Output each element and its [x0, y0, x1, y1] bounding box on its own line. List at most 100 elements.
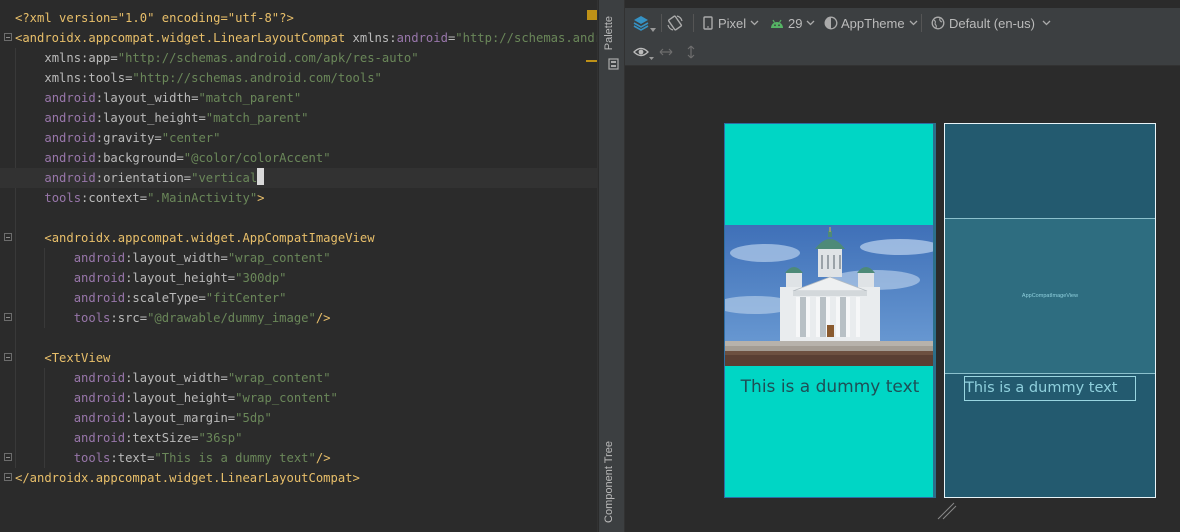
code-line[interactable]: android:layout_width="match_parent"	[15, 88, 592, 108]
code-token: android	[44, 131, 96, 145]
locale-selector[interactable]: Default (en-us)	[931, 8, 1051, 38]
code-token: android	[73, 411, 126, 425]
code-token: android	[73, 391, 126, 405]
blueprint-preview[interactable]: AppCompatImageView This is a dummy text	[944, 123, 1156, 498]
code-line[interactable]: android:layout_margin="5dp"	[15, 408, 592, 428]
code-token: :layout_height=	[125, 391, 236, 405]
toolbar-separator	[661, 14, 662, 32]
code-token: "36sp"	[198, 431, 243, 445]
cathedral-image[interactable]	[725, 225, 935, 366]
code-lines[interactable]: <?xml version="1.0" encoding="utf-8"?> <a…	[0, 8, 598, 488]
vertical-resize-icon	[687, 45, 695, 59]
code-token: "This is a dummy text"	[154, 451, 316, 465]
code-line[interactable]: android:scaleType="fitCenter"	[15, 288, 592, 308]
code-token: :textSize=	[125, 431, 199, 445]
tab-component-tree[interactable]: Component Tree	[603, 441, 615, 523]
code-token: android	[44, 151, 96, 165]
code-line[interactable]: <TextView	[15, 348, 592, 368]
api-level-selector[interactable]: 29	[770, 8, 815, 38]
code-line[interactable]: android:orientation="vertical	[0, 168, 598, 188]
xml-code-editor[interactable]: <?xml version="1.0" encoding="utf-8"?> <a…	[0, 0, 598, 532]
code-token: <androidx.appcompat.widget.AppCompatImag…	[44, 231, 375, 245]
fold-marker-icon[interactable]	[4, 313, 12, 321]
code-line[interactable]: android:layout_height="wrap_content"	[15, 388, 592, 408]
code-line[interactable]: android:background="@color/colorAccent"	[15, 148, 592, 168]
code-line[interactable]: tools:context=".MainActivity">	[15, 188, 592, 208]
view-options-button[interactable]	[633, 38, 654, 66]
code-line[interactable]: android:layout_height="300dp"	[15, 268, 592, 288]
layers-icon	[633, 16, 649, 31]
code-line[interactable]: android:layout_width="wrap_content"	[15, 248, 592, 268]
code-token: :src=	[110, 311, 148, 325]
code-token: android	[73, 271, 126, 285]
code-token: xmlns:tools=	[44, 71, 133, 85]
device-preview[interactable]: This is a dummy text	[724, 123, 936, 498]
blueprint-text-view[interactable]: This is a dummy text	[964, 376, 1136, 401]
code-line[interactable]: <?xml version="1.0" encoding="utf-8"?>	[15, 8, 592, 28]
code-line[interactable]	[15, 328, 592, 348]
chevron-down-icon	[649, 56, 654, 60]
code-token: tools	[73, 311, 111, 325]
code-token: "vertical	[191, 171, 258, 185]
blueprint-image-view[interactable]: AppCompatImageView	[945, 218, 1155, 374]
horizontal-resize-button[interactable]	[659, 38, 673, 66]
code-token: :context=	[81, 191, 148, 205]
code-line[interactable]: xmlns:app="http://schemas.android.com/ap…	[15, 48, 592, 68]
code-line[interactable]: tools:text="This is a dummy text"/>	[15, 448, 592, 468]
code-token: "wrap_content"	[235, 391, 338, 405]
layout-design-pane: Pixel 29 AppTheme Default (en-us) This i…	[625, 0, 1180, 532]
code-token: android	[44, 171, 96, 185]
device-selector[interactable]: Pixel	[703, 8, 759, 38]
code-line[interactable]: android:gravity="center"	[15, 128, 592, 148]
code-token: "5dp"	[235, 411, 272, 425]
code-line[interactable]: tools:src="@drawable/dummy_image"/>	[15, 308, 592, 328]
code-line[interactable]: <androidx.appcompat.widget.LinearLayoutC…	[15, 28, 598, 48]
horizontal-resize-icon	[659, 48, 673, 56]
chevron-down-icon	[807, 20, 815, 26]
code-token: :gravity=	[95, 131, 162, 145]
code-token: :layout_width=	[125, 371, 228, 385]
design-surface-button[interactable]	[632, 8, 656, 38]
preview-text-view[interactable]: This is a dummy text	[725, 377, 935, 397]
code-line[interactable]: xmlns:tools="http://schemas.android.com/…	[15, 68, 592, 88]
code-token: android	[73, 251, 126, 265]
fold-marker-icon[interactable]	[4, 233, 12, 241]
vertical-resize-button[interactable]	[687, 38, 695, 66]
inspection-status-icon[interactable]	[587, 10, 597, 20]
fold-marker-icon[interactable]	[4, 353, 12, 361]
toolbar-separator	[921, 14, 922, 32]
code-token: <TextView	[44, 351, 111, 365]
code-line[interactable]	[15, 208, 592, 228]
tab-palette[interactable]: Palette	[603, 16, 615, 50]
code-line[interactable]: <androidx.appcompat.widget.AppCompatImag…	[15, 228, 592, 248]
code-token: tools	[44, 191, 82, 205]
fold-marker-icon[interactable]	[4, 453, 12, 461]
scrollbar-warning-mark[interactable]	[586, 60, 597, 62]
code-token: android	[44, 91, 96, 105]
code-token: "http://schemas.android	[455, 31, 598, 45]
fold-marker-icon[interactable]	[4, 33, 12, 41]
code-line[interactable]: android:layout_width="wrap_content"	[15, 368, 592, 388]
theme-label: AppTheme	[841, 15, 905, 31]
code-line[interactable]: android:layout_height="match_parent"	[15, 108, 592, 128]
code-line[interactable]: </androidx.appcompat.widget.LinearLayout…	[15, 468, 592, 488]
code-token: android	[73, 291, 126, 305]
palette-icon[interactable]	[608, 58, 619, 70]
code-token: tools	[73, 451, 111, 465]
fold-marker-icon[interactable]	[4, 473, 12, 481]
orientation-button[interactable]	[666, 8, 684, 38]
code-line[interactable]: android:textSize="36sp"	[15, 428, 592, 448]
code-token: :text=	[110, 451, 155, 465]
code-token: "fitCenter"	[205, 291, 287, 305]
api-level-label: 29	[788, 15, 803, 31]
theme-selector[interactable]: AppTheme	[824, 8, 918, 38]
canvas-resize-handle-icon[interactable]	[937, 502, 957, 520]
